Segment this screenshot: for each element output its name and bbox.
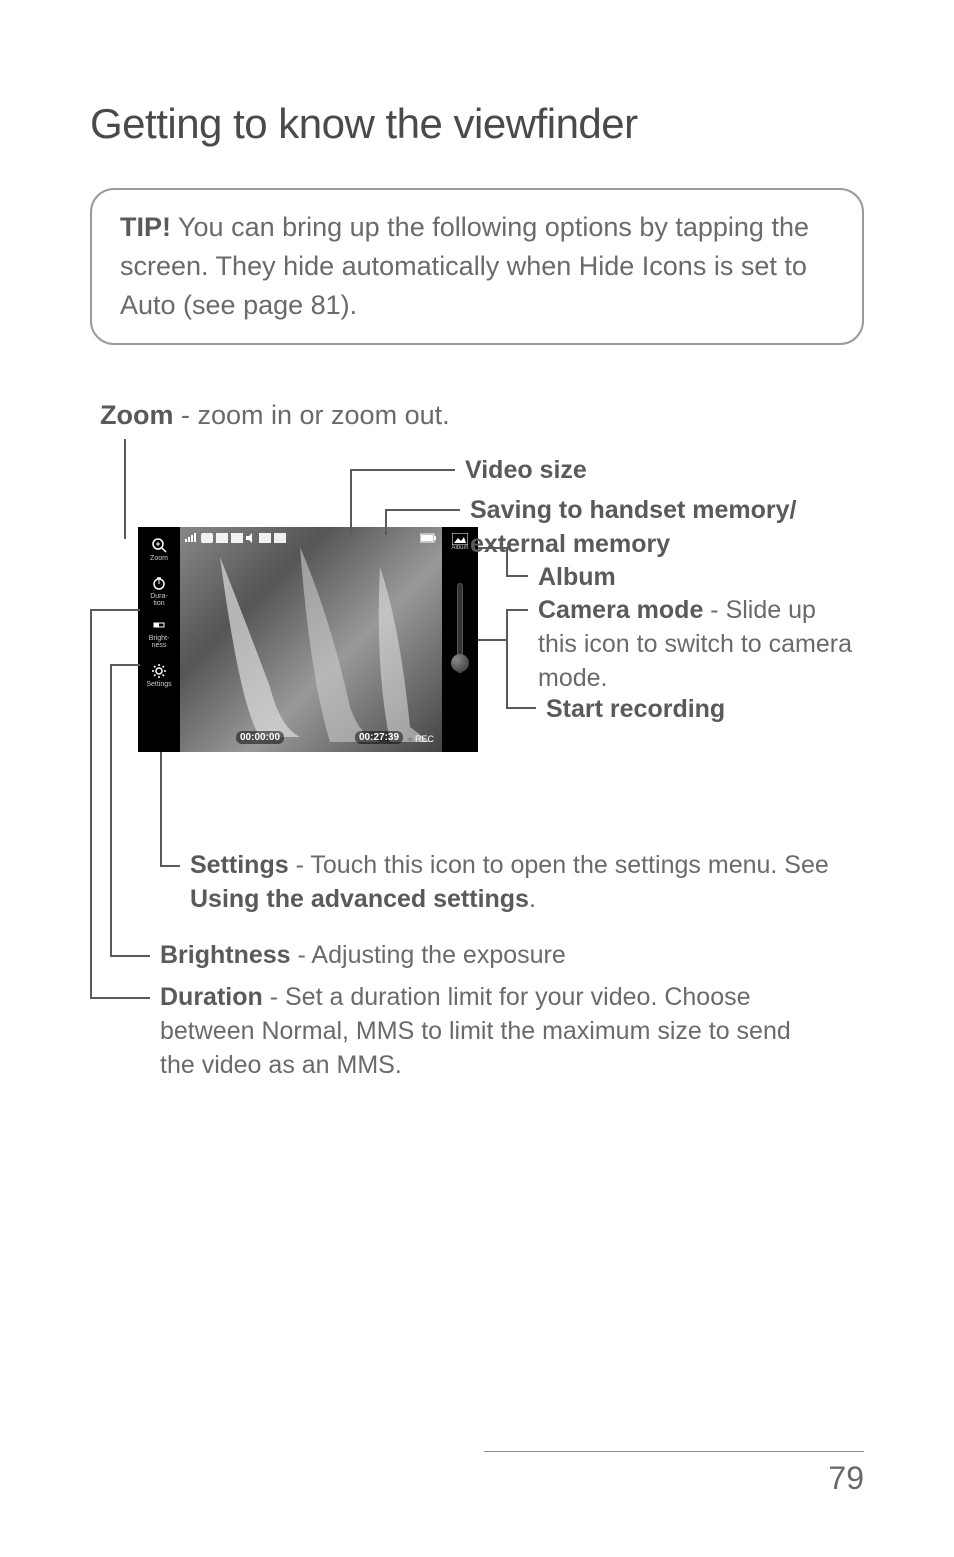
duration-callout: Duration - Set a duration limit for your…	[160, 981, 820, 1082]
diagram-area: Zoom Dura- tion Bright- ness Settings	[90, 439, 864, 1079]
album-callout: Album	[538, 561, 616, 595]
viewfinder-screenshot: Zoom Dura- tion Bright- ness Settings	[138, 527, 478, 752]
status-indicator-icon	[259, 533, 271, 543]
status-bar	[180, 530, 442, 546]
signal-icon	[184, 533, 198, 543]
viewfinder-main: 00:00:00 00:27:39 REC	[180, 527, 442, 752]
callout-line	[506, 707, 536, 709]
camera-mode-callout: Camera mode - Slide up this icon to swit…	[538, 594, 858, 695]
rec-indicator: REC	[408, 734, 434, 744]
callout-line	[160, 865, 180, 867]
start-recording-callout: Start recording	[546, 693, 725, 727]
mode-slider[interactable]	[457, 583, 463, 673]
zoom-icon-label: Zoom	[150, 555, 168, 562]
settings-callout: Settings - Touch this icon to open the s…	[190, 849, 830, 917]
brightness-callout: Brightness - Adjusting the exposure	[160, 939, 800, 973]
zoom-icon[interactable]: Zoom	[145, 533, 173, 565]
page-title: Getting to know the viewfinder	[90, 100, 864, 148]
callout-line	[90, 609, 140, 611]
settings-icon-label: Settings	[146, 681, 171, 688]
battery-icon	[420, 533, 438, 543]
zoom-text: - zoom in or zoom out.	[174, 400, 450, 430]
zoom-label: Zoom	[100, 400, 174, 430]
settings-icon[interactable]: Settings	[145, 659, 173, 691]
callout-line	[110, 664, 140, 666]
video-size-callout: Video size	[465, 454, 587, 488]
time-elapsed: 00:00:00	[236, 731, 284, 744]
callout-line	[160, 752, 162, 867]
status-indicator-icon	[201, 533, 213, 543]
zoom-callout: Zoom - zoom in or zoom out.	[100, 400, 864, 431]
status-indicator-icon	[274, 533, 286, 543]
brightness-icon[interactable]: Bright- ness	[145, 617, 173, 649]
saving-callout: Saving to handset memory/ external memor…	[470, 494, 840, 562]
callout-line	[478, 547, 508, 549]
viewfinder-left-sidebar: Zoom Dura- tion Bright- ness Settings	[138, 527, 180, 752]
tip-box: TIP! You can bring up the following opti…	[90, 188, 864, 345]
callout-line	[385, 509, 387, 535]
callout-line	[124, 439, 126, 539]
callout-line	[90, 997, 150, 999]
callout-line	[350, 469, 455, 471]
tip-label: TIP!	[120, 212, 171, 242]
slider-ball-icon[interactable]	[451, 654, 469, 672]
album-icon[interactable]: Album	[450, 533, 470, 557]
status-indicator-icon	[231, 533, 243, 543]
tip-text: You can bring up the following options b…	[120, 212, 809, 320]
flower-graphic	[180, 527, 442, 752]
callout-line	[506, 609, 528, 611]
duration-icon[interactable]: Dura- tion	[145, 575, 173, 607]
callout-line	[350, 469, 352, 535]
duration-icon-label: Dura- tion	[150, 593, 168, 607]
status-indicator-icon	[216, 533, 228, 543]
sound-icon	[246, 533, 256, 543]
callout-line	[110, 955, 150, 957]
callout-line	[506, 609, 508, 709]
callout-line	[478, 639, 508, 641]
album-icon-label: Album	[451, 545, 468, 551]
callout-line	[506, 575, 528, 577]
callout-line	[506, 547, 508, 577]
page-number: 79	[484, 1451, 864, 1497]
brightness-icon-label: Bright- ness	[149, 635, 170, 649]
time-remaining: 00:27:39	[355, 731, 403, 744]
callout-line	[110, 664, 112, 957]
callout-line	[90, 609, 92, 999]
callout-line	[385, 509, 460, 511]
